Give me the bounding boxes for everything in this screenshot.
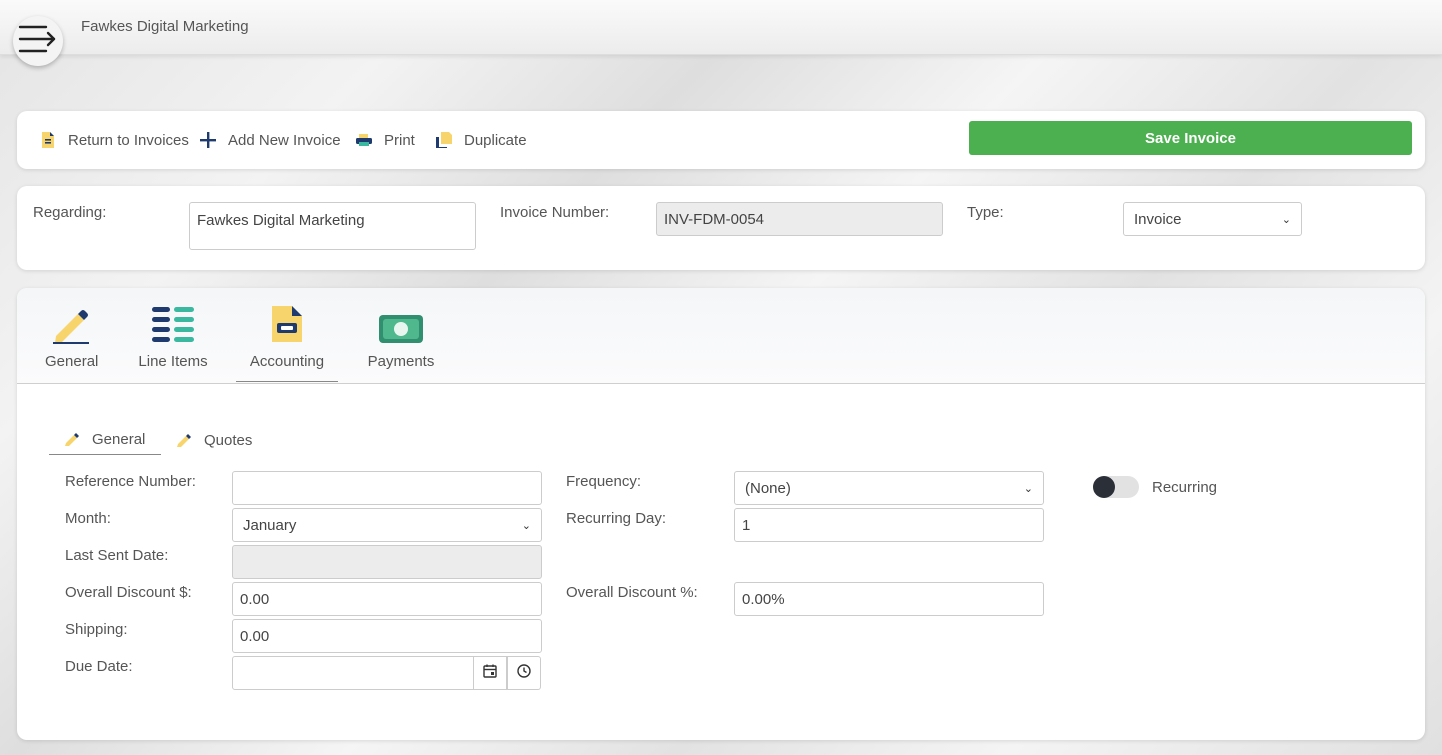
subtab-quotes-label: Quotes [204,431,253,449]
last-sent-date-field [232,545,542,579]
return-to-invoices-label: Return to Invoices [68,131,189,149]
invoice-number-field: INV-FDM-0054 [656,202,943,236]
money-icon [367,304,435,344]
add-new-invoice-label: Add New Invoice [228,131,341,149]
subtab-quotes[interactable]: Quotes [177,425,252,455]
invoice-number-value: INV-FDM-0054 [664,210,765,228]
tab-line-items-label: Line Items [138,353,208,370]
print-label: Print [384,131,415,149]
invoice-number-label: Invoice Number: [500,204,610,221]
tab-general-label: General [45,353,99,370]
shipping-label: Shipping: [65,621,128,638]
time-button[interactable] [507,656,541,690]
clock-icon [517,664,531,682]
duplicate-link[interactable]: Duplicate [433,130,527,150]
document-icon [37,130,59,150]
regarding-value: Fawkes Digital Marketing [197,212,365,229]
shipping-input[interactable] [232,619,542,653]
recurring-day-input[interactable] [734,508,1044,542]
toggle-knob [1093,476,1115,498]
invoice-header-card: Regarding: Fawkes Digital Marketing Invo… [17,186,1425,270]
app-title: Fawkes Digital Marketing [81,18,249,35]
month-select[interactable]: January ⌄ [232,508,542,542]
due-date-input[interactable] [232,656,474,690]
tab-general[interactable]: General [45,304,99,370]
invoice-toolbar: Return to Invoices Add New Invoice Print [17,111,1425,169]
tab-accounting[interactable]: Accounting [236,304,338,382]
tab-line-items[interactable]: Line Items [137,304,209,370]
frequency-label: Frequency: [566,473,642,490]
menu-button[interactable] [13,16,63,66]
due-date-label: Due Date: [65,658,133,675]
tab-payments-label: Payments [367,353,435,370]
frequency-value: (None) [745,479,791,497]
type-select[interactable]: Invoice ⌄ [1123,202,1302,236]
type-value: Invoice [1134,210,1182,228]
last-sent-date-label: Last Sent Date: [65,547,169,564]
overall-discount-percent-label: Overall Discount %: [566,584,698,601]
save-invoice-button[interactable]: Save Invoice [969,121,1412,155]
invoice-detail-card: General Line Items Accounting Payments G… [17,288,1425,740]
month-value: January [243,516,297,534]
recurring-day-label: Recurring Day: [566,510,667,527]
regarding-label: Regarding: [33,204,107,221]
duplicate-label: Duplicate [464,131,527,149]
plus-icon [197,130,219,150]
chevron-down-icon: ⌄ [1023,482,1033,495]
overall-discount-amount-input[interactable] [232,582,542,616]
tab-payments[interactable]: Payments [367,304,435,370]
recurring-toggle[interactable] [1093,476,1139,498]
reference-number-label: Reference Number: [65,473,196,490]
tab-accounting-label: Accounting [249,353,325,370]
add-new-invoice-link[interactable]: Add New Invoice [197,130,341,150]
pencil-small-icon [65,433,80,446]
regarding-field[interactable]: Fawkes Digital Marketing [189,202,476,250]
list-icon [137,304,209,344]
type-label: Type: [967,204,1004,221]
chevron-down-icon: ⌄ [1281,213,1291,226]
frequency-select[interactable]: (None) ⌄ [734,471,1044,505]
invoice-document-icon [236,304,338,344]
recurring-label: Recurring [1152,479,1218,496]
top-bar: Fawkes Digital Marketing [0,0,1442,55]
calendar-button[interactable] [473,656,507,690]
subtab-general-label: General [92,431,146,448]
main-tab-bar: General Line Items Accounting Payments [17,288,1425,384]
reference-number-input[interactable] [232,471,542,505]
overall-discount-amount-label: Overall Discount $: [65,584,192,601]
chevron-down-icon: ⌄ [521,519,531,532]
menu-arrow-icon [18,24,58,58]
pencil-icon [45,304,97,344]
copy-icon [433,130,455,150]
pencil-small-icon [177,433,192,447]
return-to-invoices-link[interactable]: Return to Invoices [37,130,189,150]
subtab-general[interactable]: General [49,425,161,455]
print-link[interactable]: Print [353,130,415,150]
printer-icon [353,130,375,150]
month-label: Month: [65,510,111,527]
calendar-icon [483,664,497,682]
overall-discount-percent-input[interactable] [734,582,1044,616]
